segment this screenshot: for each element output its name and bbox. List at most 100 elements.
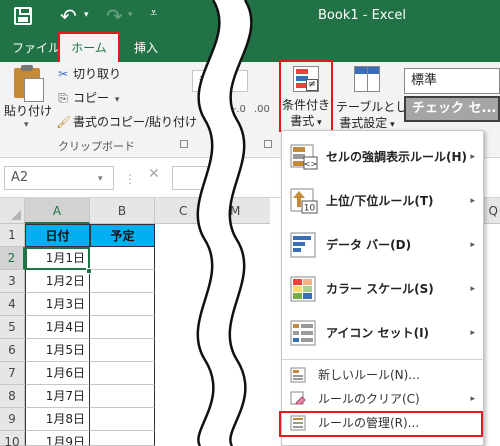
clipboard-dialog-launcher-icon[interactable]	[180, 140, 188, 148]
copy-button[interactable]: ⎘ コピー ▾	[56, 88, 119, 108]
new-rule-label: 新しいルール(N)...	[318, 368, 420, 382]
cell-a6[interactable]: 1月5日	[25, 339, 90, 362]
column-header-c[interactable]: C	[155, 198, 230, 224]
cell-a1[interactable]: 日付	[25, 224, 90, 247]
cell-b1[interactable]: 予定	[90, 224, 155, 247]
cell-a9[interactable]: 1月8日	[25, 408, 90, 431]
cell-a5[interactable]: 1月4日	[25, 316, 90, 339]
row-header-9[interactable]: 9	[0, 408, 25, 431]
row-header-4[interactable]: 4	[0, 293, 25, 316]
format-as-table-label-2: 書式設定 ▾	[339, 116, 395, 130]
cell-a4[interactable]: 1月3日	[25, 293, 90, 316]
tab-insert[interactable]: 挿入	[134, 34, 158, 62]
menu-item-top-bottom-rules[interactable]: 10 上位/下位ルール(T) ▸	[282, 179, 483, 223]
data-bars-icon	[290, 232, 316, 258]
eraser-icon	[290, 391, 306, 405]
format-painter-button[interactable]: 🖌 書式のコピー/貼り付け	[56, 112, 197, 132]
format-as-table-button[interactable]: テーブルとして 書式設定 ▾	[336, 62, 419, 134]
conditional-formatting-label-1: 条件付き	[281, 98, 330, 112]
row-header-6[interactable]: 6	[0, 339, 25, 362]
format-painter-icon: 🖌	[56, 115, 72, 129]
cell-b6[interactable]	[90, 339, 155, 362]
conditional-formatting-label-2: 書式 ▾	[290, 114, 322, 128]
column-header-a[interactable]: A	[25, 198, 90, 224]
submenu-arrow-icon: ▸	[470, 328, 475, 338]
increase-decimal-icon[interactable]: ←.0	[228, 104, 246, 115]
menu-item-color-scales[interactable]: カラー スケール(S) ▸	[282, 267, 483, 311]
submenu-arrow-icon: ▸	[470, 196, 475, 206]
menu-item-highlight-cells-rules[interactable]: <> セルの強調表示ルール(H) ▸	[282, 135, 483, 179]
fill-handle[interactable]	[86, 268, 92, 274]
row-header-1[interactable]: 1	[0, 224, 25, 247]
cell-b2[interactable]	[90, 247, 155, 270]
top-10-badge: 10	[304, 204, 316, 214]
clipboard-group-label: クリップボード	[58, 140, 135, 153]
cell-b4[interactable]	[90, 293, 155, 316]
menu-separator	[282, 359, 483, 360]
copy-dropdown-icon[interactable]: ▾	[115, 95, 120, 105]
cell-a2[interactable]: 1月1日	[25, 247, 90, 270]
cell-b5[interactable]	[90, 316, 155, 339]
row-header-8[interactable]: 8	[0, 385, 25, 408]
select-all-corner[interactable]	[0, 198, 25, 224]
copy-label: コピー	[73, 91, 110, 105]
cell-b9[interactable]	[90, 408, 155, 431]
manage-rules-icon	[290, 415, 306, 431]
cut-button[interactable]: ✂ 切り取り	[56, 64, 121, 84]
submenu-arrow-icon: ▸	[470, 240, 475, 250]
redo-icon[interactable]: ↷	[106, 4, 123, 28]
cell-style-normal[interactable]: 標準	[404, 68, 500, 94]
row-header-7[interactable]: 7	[0, 362, 25, 385]
cell-style-check[interactable]: チェック セ...	[404, 96, 500, 122]
customize-qat-icon[interactable]: ⩡	[150, 6, 157, 21]
menu-item-manage-rules[interactable]: ルールの管理(R)...	[279, 411, 483, 437]
font-name-box[interactable]: 義	[192, 70, 248, 92]
undo-dropdown-icon[interactable]: ▾	[84, 10, 89, 20]
cell-a10[interactable]: 1月9日	[25, 431, 90, 446]
paste-label: 貼り付け	[4, 104, 53, 118]
number-dialog-launcher-icon[interactable]	[264, 140, 272, 148]
menu-item-icon-sets[interactable]: アイコン セット(I) ▸	[282, 311, 483, 355]
tab-file[interactable]: ファイル	[12, 34, 60, 62]
cell-b7[interactable]	[90, 362, 155, 385]
manage-rules-label: ルールの管理(R)...	[318, 416, 420, 430]
menu-item-new-rule[interactable]: 新しいルール(N)...	[282, 363, 483, 387]
svg-text:<>: <>	[304, 160, 317, 169]
undo-icon[interactable]: ↶	[60, 4, 77, 28]
cell-b10[interactable]	[90, 431, 155, 446]
name-box-dropdown-icon[interactable]: ▾	[98, 174, 103, 184]
cell-b8[interactable]	[90, 385, 155, 408]
cell-a8[interactable]: 1月7日	[25, 385, 90, 408]
copy-icon: ⎘	[58, 91, 68, 105]
decrease-decimal-icon[interactable]: .00	[254, 104, 270, 115]
menu-item-clear-rules[interactable]: ルールのクリア(C) ▸	[282, 387, 483, 411]
menu-item-label: データ バー(D)	[326, 238, 412, 252]
color-scales-icon	[290, 276, 316, 302]
clear-rules-label: ルールのクリア(C)	[318, 392, 420, 406]
menu-item-data-bars[interactable]: データ バー(D) ▸	[282, 223, 483, 267]
title-bar: ↶ ▾ ↷ ▾ ⩡ Book1 - Excel	[0, 0, 500, 34]
column-header-m[interactable]: M	[230, 198, 270, 224]
paste-button[interactable]: 貼り付け ▾	[4, 65, 53, 144]
column-header-b[interactable]: B	[90, 198, 155, 224]
row-header-10[interactable]: 10	[0, 431, 25, 446]
formula-input[interactable]	[172, 166, 208, 190]
cell-b3[interactable]	[90, 270, 155, 293]
cell-a3[interactable]: 1月2日	[25, 270, 90, 293]
icon-sets-icon	[290, 320, 316, 346]
submenu-arrow-icon: ▸	[470, 394, 475, 404]
paste-dropdown-icon[interactable]: ▾	[24, 120, 29, 130]
tab-home[interactable]: ホーム	[58, 32, 120, 64]
row-header-5[interactable]: 5	[0, 316, 25, 339]
row-header-3[interactable]: 3	[0, 270, 25, 293]
redo-dropdown-icon[interactable]: ▾	[128, 10, 133, 20]
row-header-2[interactable]: 2	[0, 247, 25, 270]
submenu-arrow-icon: ▸	[470, 284, 475, 294]
paste-icon	[14, 65, 44, 102]
menu-item-label: セルの強調表示ルール(H)	[326, 150, 468, 164]
save-icon[interactable]	[14, 7, 32, 25]
cancel-icon[interactable]: ✕	[148, 166, 160, 182]
window-title: Book1 - Excel	[318, 8, 407, 23]
conditional-formatting-button[interactable]: ≠ 条件付き 書式 ▾	[279, 60, 333, 132]
cell-a7[interactable]: 1月6日	[25, 362, 90, 385]
